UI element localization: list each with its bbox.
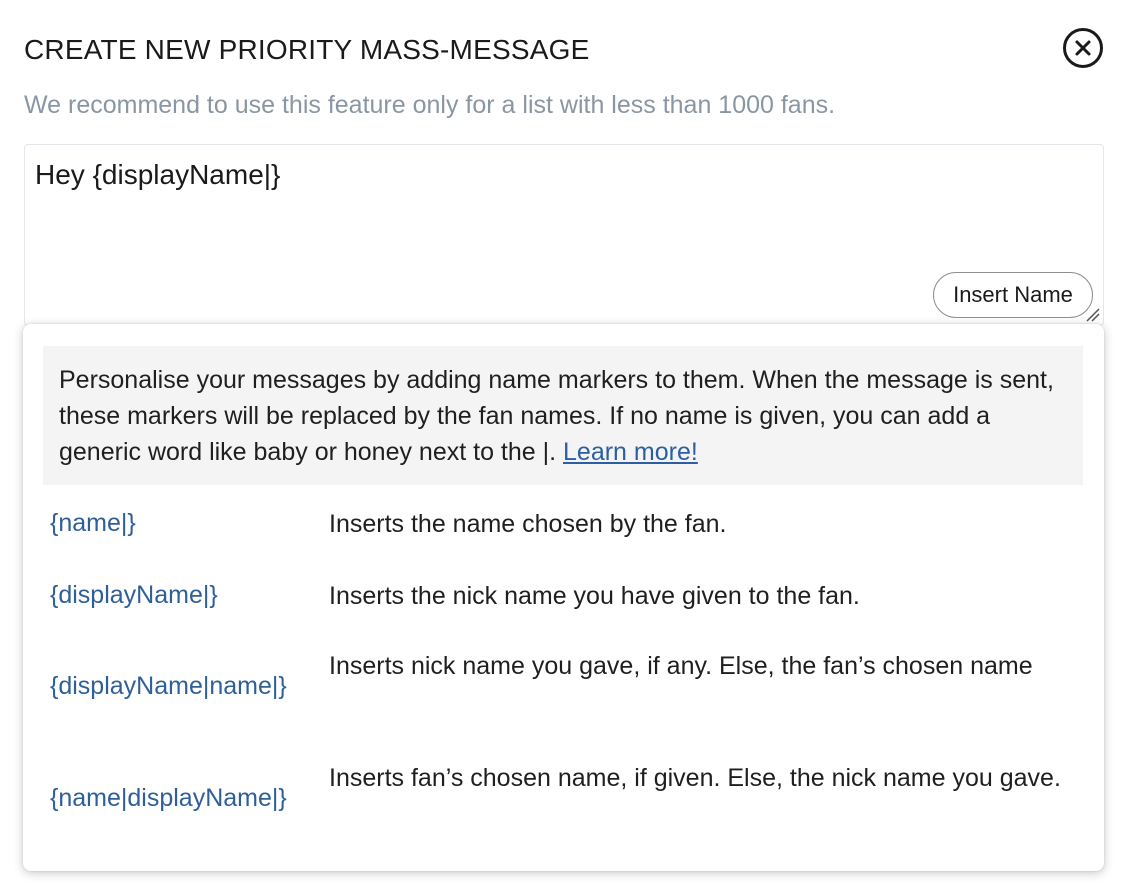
info-box: Personalise your messages by adding name… [43,346,1083,485]
insert-name-button[interactable]: Insert Name [933,272,1093,318]
close-button[interactable] [1063,28,1103,68]
message-text[interactable]: Hey {displayName|} [35,159,280,191]
close-icon [1075,40,1091,56]
resize-handle-icon[interactable] [1081,303,1101,323]
name-markers-popup: Personalise your messages by adding name… [23,324,1104,871]
marker-description: Inserts fan’s chosen name, if given. Els… [329,764,1061,792]
marker-description: Inserts nick name you gave, if any. Else… [329,652,1033,680]
learn-more-link[interactable]: Learn more! [563,438,698,466]
info-text: Personalise your messages by adding name… [59,366,1054,466]
dialog-subtitle: We recommend to use this feature only fo… [24,91,836,119]
message-textarea[interactable]: Hey {displayName|} Insert Name [24,144,1104,326]
marker-token[interactable]: {displayName|} [50,581,218,610]
marker-description: Inserts the nick name you have given to … [329,582,860,610]
marker-token[interactable]: {name|} [50,509,136,538]
dialog-title: CREATE NEW PRIORITY MASS-MESSAGE [24,34,590,65]
marker-token[interactable]: {name|displayName|} [50,784,287,813]
marker-description: Inserts the name chosen by the fan. [329,510,727,538]
marker-token[interactable]: {displayName|name|} [50,672,287,701]
